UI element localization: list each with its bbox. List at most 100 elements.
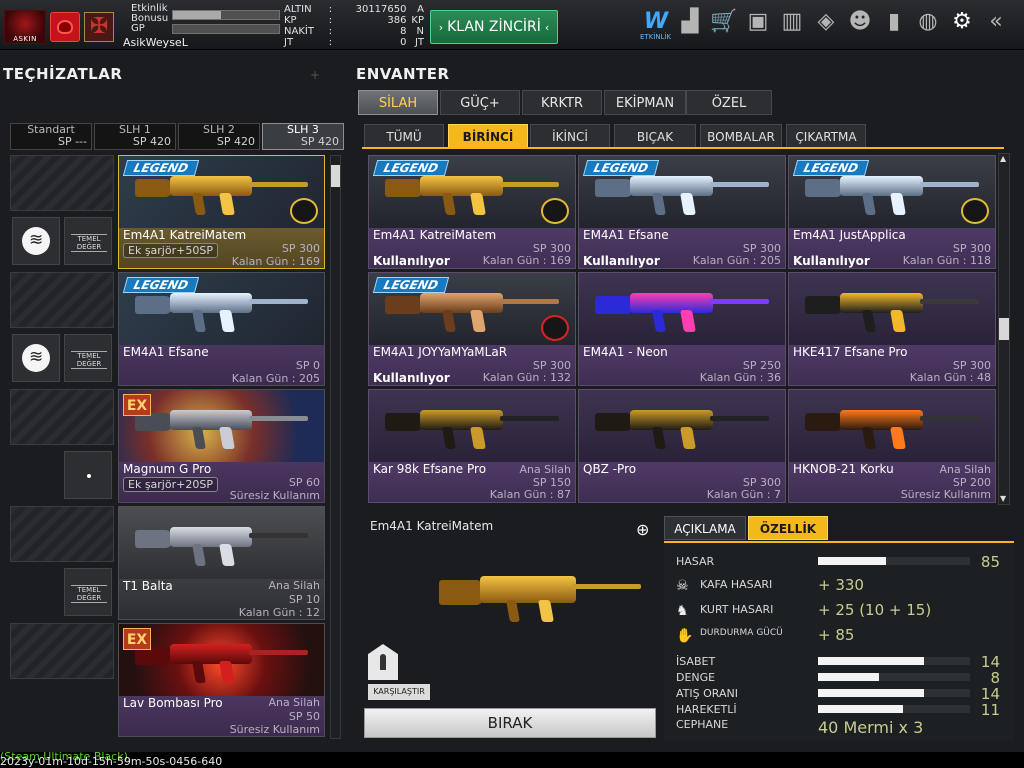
subtab-4[interactable]: BOMBALAR (700, 124, 782, 148)
weapon-days-left: Kalan Gün : 36 (699, 371, 781, 384)
settings-gear-icon[interactable]: ⚙ (948, 8, 976, 36)
tab-equipment[interactable]: EKİPMAN (604, 90, 686, 115)
card-info: QBZ -Pro SP 300 Kalan Gün : 7 (579, 462, 785, 502)
clan-badge-icon (541, 315, 569, 341)
bonus-label: Etkinlik Bonusu (131, 3, 169, 24)
inventory-item-card[interactable]: HKE417 Efsane Pro SP 300 Kalan Gün : 48 (788, 272, 996, 386)
legend-badge: LEGEND (372, 277, 450, 293)
equipment-card[interactable]: LEGEND Em4A1 KatreiMatem Ek şarjör+50SP SP … (118, 155, 325, 269)
base-value-button[interactable]: TEMEL DEĞER (64, 334, 112, 382)
equipment-card[interactable]: EX Magnum G Pro Ek şarjör+20SP SP 60 Süresiz… (118, 389, 325, 503)
briefcase-icon[interactable]: ▣ (744, 8, 772, 36)
clan-badge-icon (961, 198, 989, 224)
subtab-2[interactable]: İKİNCİ (530, 124, 610, 148)
barracks-icon[interactable]: ▥ (778, 8, 806, 36)
in-use-label: Kullanılıyor (793, 254, 870, 268)
rank-chart-icon[interactable]: ▟ (676, 8, 704, 36)
weapon-sp: SP 0 (295, 359, 320, 372)
left-scrollbar[interactable] (330, 155, 341, 739)
tab-special[interactable]: ÖZEL (686, 90, 772, 115)
friends-icon[interactable]: ☻ (846, 8, 874, 36)
subtab-1[interactable]: BİRİNCİ (448, 124, 528, 148)
weapon-silhouette (805, 291, 979, 334)
stats-icon[interactable]: ▮ (880, 8, 908, 36)
weapon-art: LEGEND (119, 273, 324, 345)
inventory-item-card[interactable]: LEGEND Em4A1 KatreiMatem SP 300 Kalan Gün :… (368, 155, 576, 269)
weapon-art: LEGEND (119, 156, 324, 228)
accessory-slot[interactable] (64, 451, 112, 499)
empty-slot[interactable] (10, 389, 114, 445)
inventory-item-card[interactable]: QBZ -Pro SP 300 Kalan Gün : 7 (578, 389, 786, 503)
tab-character[interactable]: KRKTR (522, 90, 602, 115)
reload-icon[interactable] (12, 217, 60, 265)
zoom-icon[interactable]: ⊕ (636, 520, 656, 540)
back-icon[interactable]: « (982, 8, 1010, 36)
currency-unit: KP (411, 15, 424, 26)
tab-description[interactable]: AÇIKLAMA (664, 516, 746, 540)
loadout-tab-1[interactable]: SLH 1 SP 420 (94, 123, 176, 150)
extra-mag-tag: Ek şarjör+20SP (123, 477, 218, 492)
wolf-icon: ♞ (676, 603, 689, 619)
extra-mag-tag: Ek şarjör+50SP (123, 243, 218, 258)
base-value-label: TEMEL DEĞER (71, 351, 107, 369)
player-avatar[interactable] (50, 12, 80, 42)
drop-button[interactable]: BIRAK (364, 708, 656, 738)
equipment-card[interactable]: T1 Balta Ana Silah SP 10 Kalan Gün : 12 (118, 506, 325, 620)
inventory-scroll-thumb[interactable] (999, 318, 1009, 340)
in-use-label: Kullanılıyor (583, 254, 660, 268)
subtab-3[interactable]: BIÇAK (614, 124, 696, 148)
left-scroll-thumb[interactable] (331, 165, 340, 187)
clan-badge-icon (290, 198, 318, 224)
subtab-5[interactable]: ÇIKARTMA (786, 124, 866, 148)
stat-bar (818, 673, 879, 681)
selected-weapon-image (420, 548, 660, 648)
scroll-down-icon[interactable]: ▼ (1000, 494, 1006, 503)
compare-button[interactable]: KARŞILAŞTIR (368, 684, 430, 700)
tab-properties[interactable]: ÖZELLİK (748, 516, 828, 540)
game-logo: ASKIN (4, 10, 46, 44)
subtab-0[interactable]: TÜMÜ (364, 124, 444, 148)
empty-slot[interactable] (10, 155, 114, 211)
card-info: Em4A1 JustApplica SP 300 Kalan Gün : 118 Ku… (789, 228, 995, 268)
inventory-item-card[interactable]: EM4A1 - Neon SP 250 Kalan Gün : 36 (578, 272, 786, 386)
empty-slot[interactable] (10, 272, 114, 328)
loadout-tab-3[interactable]: SLH 3 SP 420 (262, 123, 344, 150)
inventory-item-card[interactable]: HKNOB-21 Korku Ana Silah SP 200 Süresiz Kul… (788, 389, 996, 503)
shop-cart-icon[interactable]: 🛒 (710, 8, 738, 36)
clan-emblem[interactable] (84, 12, 114, 42)
reload-icon[interactable] (12, 334, 60, 382)
scroll-up-icon[interactable]: ▲ (1000, 154, 1006, 163)
clan-chain-button[interactable]: › KLAN ZİNCİRİ ‹ (430, 10, 558, 44)
globe-icon[interactable]: ◍ (914, 8, 942, 36)
empty-slot[interactable] (10, 623, 114, 679)
tab-weapon[interactable]: SİLAH (358, 90, 438, 115)
bonus-label: KURT HASARI (700, 603, 774, 616)
empty-slot[interactable] (10, 506, 114, 562)
inventory-item-card[interactable]: LEGEND EM4A1 Efsane SP 300 Kalan Gün : 205 K… (578, 155, 786, 269)
event-icon[interactable]: W (642, 8, 670, 36)
weapon-silhouette (135, 291, 308, 334)
weapon-name: EM4A1 JOYYaMYaMLaR (373, 345, 508, 359)
bonus-value: + 330 (818, 576, 864, 594)
card-info: EM4A1 Efsane SP 0 Kalan Gün : 205 (119, 345, 324, 385)
loadout-tab-2[interactable]: SLH 2 SP 420 (178, 123, 260, 150)
weapon-days-left: Kalan Gün : 7 (706, 488, 781, 501)
inventory-item-card[interactable]: LEGEND Em4A1 JustApplica SP 300 Kalan Gün :… (788, 155, 996, 269)
inventory-item-card[interactable]: Kar 98k Efsane Pro Ana Silah SP 150 Kalan G… (368, 389, 576, 503)
weapon-name: HKE417 Efsane Pro (793, 345, 908, 359)
weapon-name: QBZ -Pro (583, 462, 637, 476)
box-icon[interactable]: ◈ (812, 8, 840, 36)
weapon-name: EM4A1 - Neon (583, 345, 668, 359)
inventory-item-card[interactable]: LEGEND EM4A1 JOYYaMYaMLaR SP 300 Kalan Gün … (368, 272, 576, 386)
currency-unit: A (417, 4, 424, 15)
currency-key: NAKİT (284, 26, 314, 37)
weapon-days-left: Kalan Gün : 118 (902, 254, 991, 267)
equipment-card[interactable]: LEGEND EM4A1 Efsane SP 0 Kalan Gün : 205 (118, 272, 325, 386)
ammo-bullet-icon[interactable] (368, 644, 398, 680)
tab-power[interactable]: GÜÇ+ (440, 90, 520, 115)
base-value-button[interactable]: TEMEL DEĞER (64, 217, 112, 265)
currency-key: JT (284, 37, 294, 48)
equipment-card[interactable]: EX Lav Bombası Pro Ana Silah SP 50 Süresiz K… (118, 623, 325, 737)
loadout-tab-0[interactable]: Standart SP --- (10, 123, 92, 150)
base-value-button[interactable]: TEMEL DEĞER (64, 568, 112, 616)
